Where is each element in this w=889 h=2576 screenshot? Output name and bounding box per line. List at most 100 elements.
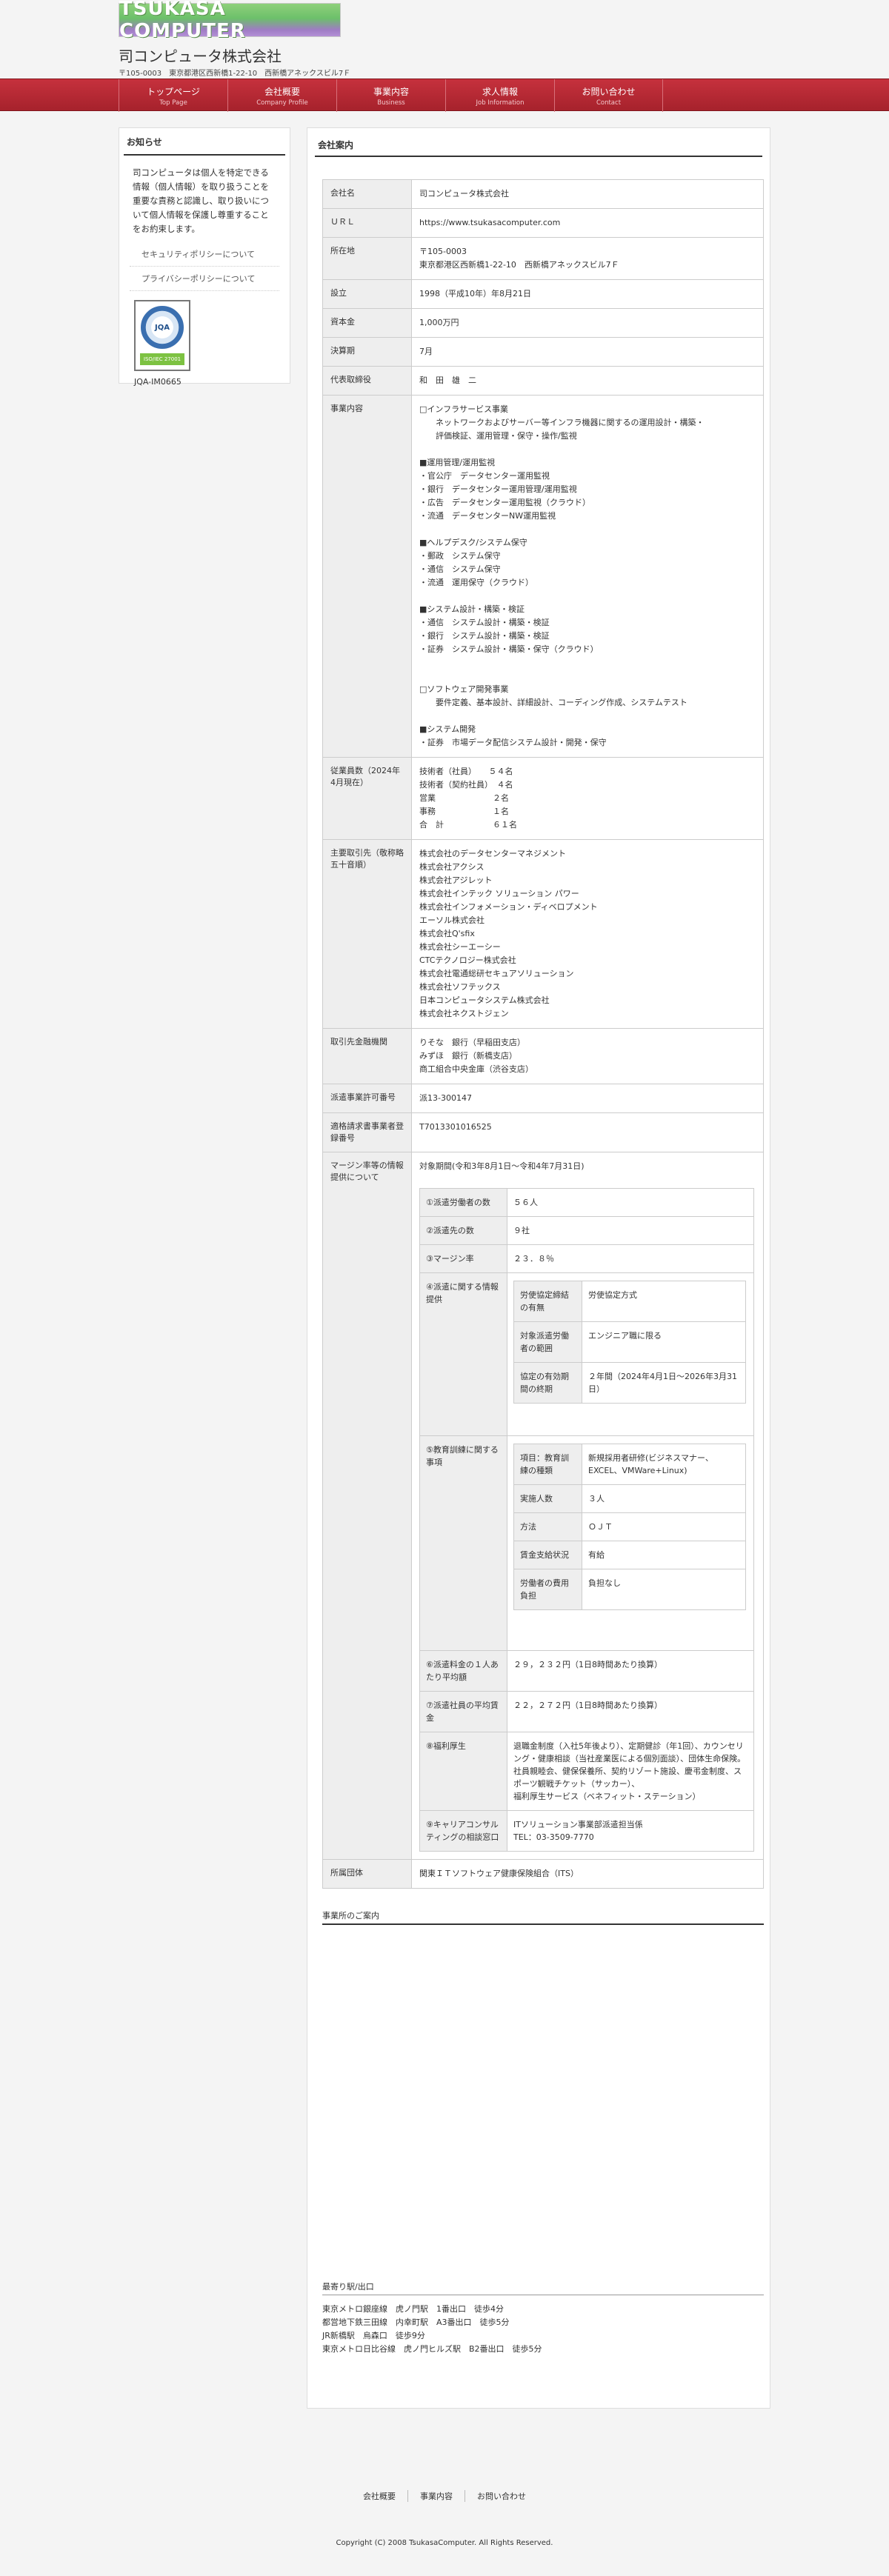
row-label: 決算期 [322, 337, 412, 367]
row-label: 所属団体 [322, 1859, 412, 1889]
row-label: ⑧福利厚生 [419, 1732, 507, 1811]
row-value: 株式会社のデータセンターマネジメント 株式会社アクシス 株式会社アジレット 株式… [411, 839, 764, 1029]
table-row: 代表取締役和 田 雄 二 [322, 366, 764, 396]
table-row: 方法 ＯＪＴ [513, 1512, 746, 1541]
row-label: 賃金支給状況 [513, 1541, 582, 1569]
station-heading: 最寄り駅/出口 [322, 2280, 764, 2295]
row-value: 7月 [411, 337, 764, 367]
table-row: 項目：教育訓練の種類 新規採用者研修(ビジネスマナー、EXCEL、VMWare+L… [513, 1444, 746, 1485]
row-value: ９社 [507, 1216, 754, 1245]
badge-standard: ISO/IEC 27001 [140, 353, 184, 365]
row-value: 和 田 雄 二 [411, 366, 764, 396]
row-value: T7013301016525 [411, 1112, 764, 1152]
office-heading: 事業所のご案内 [322, 1909, 764, 1925]
margin-info-cell: 対象期間(令和3年8月1日～令和4年7月31日) ①派遣労働者の数 ５６人 ②派遣… [411, 1152, 764, 1860]
nav-sublabel: Business [377, 99, 405, 107]
sidebar-notice: お知らせ 司コンピュータは個人を特定できる情報（個人情報）を取り扱うことを重要な… [119, 127, 290, 387]
row-label: 適格請求書事業者登録番号 [322, 1112, 412, 1152]
row-label: 対象派遣労働者の範囲 [513, 1321, 582, 1363]
footer-link-company[interactable]: 会社概要 [351, 2490, 407, 2502]
row-value: ITソリューション事業部派遣担当係 TEL：03-3509-7770 [507, 1810, 754, 1852]
row-label: 設立 [322, 279, 412, 309]
row-value: ２年間（2024年4月1日～2026年3月31日） [582, 1362, 746, 1404]
row-label: 労使協定締結の有無 [513, 1281, 582, 1322]
row-value: 関東ＩＴソフトウェア健康保険組合（ITS） [411, 1859, 764, 1889]
nav-label: 事業内容 [373, 86, 409, 97]
row-value: 有給 [582, 1541, 746, 1569]
main-nav: トップページ Top Page 会社概要 Company Profile 事業内容 B… [0, 79, 889, 112]
list-item: 都営地下鉄三田線 内幸町駅 A3番出口 徒歩5分 [322, 2318, 510, 2327]
nav-sublabel: Top Page [159, 99, 187, 107]
row-label: ⑦派遣社員の平均賃金 [419, 1691, 507, 1732]
table-row: 適格請求書事業者登録番号 T7013301016525 [322, 1112, 764, 1152]
row-value: ２９，２３２円（1日8時間あたり換算） [507, 1650, 754, 1692]
table-row: 派遣事業許可番号 派13-300147 [322, 1084, 764, 1113]
row-label: 資本金 [322, 308, 412, 338]
company-logo[interactable]: TSUKASA COMPUTER [119, 0, 341, 42]
row-label: マージン率等の情報提供について [322, 1152, 412, 1860]
table-row: ③マージン率 ２３．８％ [419, 1244, 754, 1273]
table-row: ＵＲＬ https://www.tsukasacomputer.com [322, 208, 764, 238]
sidebar-title: お知らせ [124, 128, 285, 156]
training-table: 項目：教育訓練の種類 新規採用者研修(ビジネスマナー、EXCEL、VMWare+L… [513, 1444, 746, 1610]
certification-code: JQA-IM0665 [134, 377, 182, 387]
row-value: 司コンピュータ株式会社 [411, 179, 764, 209]
table-row: 賃金支給状況 有給 [513, 1541, 746, 1569]
row-value: 技術者（社員） ５４名 技術者（契約社員） ４名 営業 ２名 事務 １名 合 計… [411, 757, 764, 840]
nav-top-page[interactable]: トップページ Top Page [119, 79, 227, 112]
agreement-table: 労使協定締結の有無 労使協定方式 対象派遣労働者の範囲 エンジニア職に限る 協定の有… [513, 1281, 746, 1404]
company-info-panel: 会社案内 会社名 司コンピュータ株式会社 ＵＲＬ https://www.tsuka… [307, 127, 770, 2409]
jqa-seal-icon: JQA [141, 306, 184, 349]
row-label: ③マージン率 [419, 1244, 507, 1273]
row-label: 方法 [513, 1512, 582, 1541]
table-row: ②派遣先の数 ９社 [419, 1216, 754, 1245]
nav-company-profile[interactable]: 会社概要 Company Profile [227, 79, 336, 112]
row-label: ⑨キャリアコンサルティングの相談窓口 [419, 1810, 507, 1852]
table-row: 実施人数 ３人 [513, 1484, 746, 1513]
row-label: 従業員数（2024年4月現在） [322, 757, 412, 840]
office-map[interactable] [322, 1925, 764, 2280]
row-value: 1998（平成10年）年8月21日 [411, 279, 764, 309]
row-value: りそな 銀行（早稲田支店） みずほ 銀行（新橋支店） 商工組合中央金庫（渋谷支店… [411, 1028, 764, 1084]
nav-label: 会社概要 [264, 86, 300, 97]
row-value: ２２，２７２円（1日8時間あたり換算） [507, 1691, 754, 1732]
table-row: 資本金 1,000万円 [322, 308, 764, 338]
table-row: ⑥派遣料金の１人あたり平均額 ２９，２３２円（1日8時間あたり換算） [419, 1650, 754, 1692]
row-value: ５６人 [507, 1188, 754, 1217]
row-label: 代表取締役 [322, 366, 412, 396]
table-row: ⑨キャリアコンサルティングの相談窓口 ITソリューション事業部派遣担当係 TEL：… [419, 1810, 754, 1852]
row-label: 取引先金融機関 [322, 1028, 412, 1084]
nav-job-information[interactable]: 求人情報 Job Information [445, 79, 554, 112]
table-row: 事業内容 □インフラサービス事業 ネットワークおよびサーバー等インフラ機器に関する… [322, 395, 764, 758]
footer-link-contact[interactable]: お問い合わせ [465, 2490, 538, 2502]
table-row: マージン率等の情報提供について 対象期間(令和3年8月1日～令和4年7月31日)… [322, 1152, 764, 1860]
table-row: 従業員数（2024年4月現在） 技術者（社員） ５４名 技術者（契約社員） ４名 … [322, 757, 764, 840]
row-value: 負担なし [582, 1569, 746, 1610]
table-row: 決算期 7月 [322, 337, 764, 367]
privacy-policy-link[interactable]: プライバシーポリシーについて [130, 267, 279, 291]
margin-period: 対象期間(令和3年8月1日～令和4年7月31日) [419, 1161, 585, 1171]
nav-business[interactable]: 事業内容 Business [336, 79, 445, 112]
row-label: 会社名 [322, 179, 412, 209]
row-value: ３人 [582, 1484, 746, 1513]
row-label: 協定の有効期間の終期 [513, 1362, 582, 1404]
training-cell: 項目：教育訓練の種類 新規採用者研修(ビジネスマナー、EXCEL、VMWare+L… [507, 1435, 754, 1651]
table-row: 労使協定締結の有無 労使協定方式 [513, 1281, 746, 1322]
row-value: 〒105-0003 東京都港区西新橋1-22-10 西新橋アネックスビル7Ｆ [411, 237, 764, 280]
list-item: 東京メトロ銀座線 虎ノ門駅 1番出口 徒歩4分 [322, 2304, 504, 2314]
site-header: TSUKASA COMPUTER 司コンピュータ株式会社 〒105-0003 東… [0, 0, 889, 79]
row-label: 事業内容 [322, 395, 412, 758]
list-item: 東京メトロ日比谷線 虎ノ門ヒルズ駅 B2番出口 徒歩5分 [322, 2344, 542, 2354]
isms-certification-badge: JQA ISO/IEC 27001 [134, 300, 190, 371]
nav-contact[interactable]: お問い合わせ Contact [554, 79, 663, 112]
security-policy-link[interactable]: セキュリティポリシーについて [130, 242, 279, 267]
table-row: 設立 1998（平成10年）年8月21日 [322, 279, 764, 309]
table-row: ⑧福利厚生 退職金制度（入社5年後より）、定期健診（年1回）、カウンセリング・健康… [419, 1732, 754, 1811]
row-label: ⑥派遣料金の１人あたり平均額 [419, 1650, 507, 1692]
table-row: 会社名 司コンピュータ株式会社 [322, 179, 764, 209]
table-row: 主要取引先（敬称略 五十音順） 株式会社のデータセンターマネジメント 株式会社アク… [322, 839, 764, 1029]
table-row: ①派遣労働者の数 ５６人 [419, 1188, 754, 1217]
station-list: 東京メトロ銀座線 虎ノ門駅 1番出口 徒歩4分 都営地下鉄三田線 内幸町駅 A3… [322, 2303, 770, 2356]
footer-link-business[interactable]: 事業内容 [407, 2490, 465, 2502]
row-value: 派13-300147 [411, 1084, 764, 1113]
